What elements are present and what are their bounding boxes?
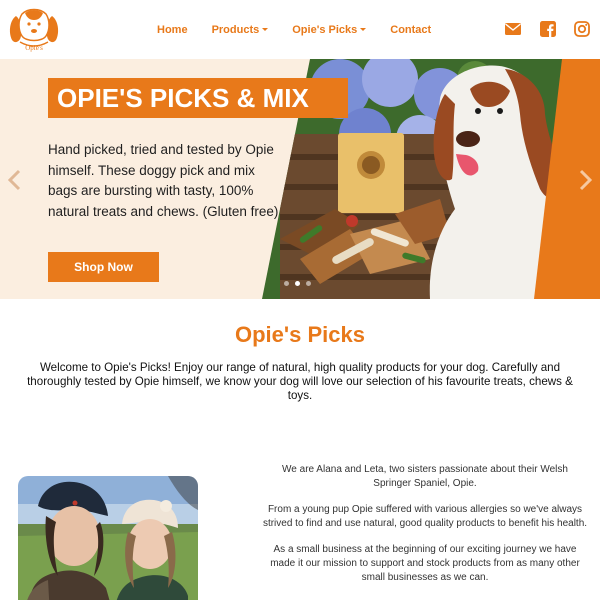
shop-now-button[interactable]: Shop Now bbox=[48, 252, 159, 282]
nav-home-label: Home bbox=[157, 23, 188, 36]
main-nav: Home Products Opie's Picks Contact bbox=[150, 0, 455, 59]
chevron-down-icon bbox=[360, 27, 367, 31]
chevron-down-icon bbox=[262, 27, 269, 31]
about-paragraph: We are Alana and Leta, two sisters passi… bbox=[282, 464, 568, 489]
nav-contact-label: Contact bbox=[390, 23, 432, 36]
navbar: Opie's Home Products Opie's Picks Contac… bbox=[0, 0, 600, 59]
carousel-dot[interactable] bbox=[284, 281, 289, 286]
sisters-photo bbox=[18, 476, 198, 600]
hero-title: OPIE'S PICKS & MIX bbox=[48, 78, 348, 118]
instagram-icon[interactable] bbox=[573, 20, 591, 38]
nav-opies-picks-label: Opie's Picks bbox=[292, 23, 358, 36]
carousel-next-icon[interactable] bbox=[577, 169, 593, 191]
about-paragraph: As a small business at the beginning of … bbox=[270, 544, 580, 583]
carousel-dot-active[interactable] bbox=[295, 281, 300, 286]
about-paragraph: From a young pup Opie suffered with vari… bbox=[262, 504, 588, 529]
nav-home[interactable]: Home bbox=[157, 24, 188, 36]
nav-contact[interactable]: Contact bbox=[390, 24, 431, 36]
section-title: Opie's Picks bbox=[235, 322, 365, 347]
carousel-prev-icon[interactable] bbox=[7, 169, 23, 191]
envelope-icon[interactable] bbox=[504, 20, 522, 38]
nav-opies-picks-dropdown[interactable]: Opie's Picks bbox=[292, 23, 367, 36]
about-text: We are Alana and Leta, two sisters passi… bbox=[262, 463, 588, 597]
hero-carousel: OPIE'S PICKS & MIX Hand picked, tried an… bbox=[0, 59, 600, 299]
nav-products-label: Products bbox=[211, 23, 260, 36]
carousel-indicators bbox=[284, 281, 317, 286]
logo[interactable]: Opie's bbox=[8, 6, 60, 52]
nav-products-dropdown[interactable]: Products bbox=[212, 24, 269, 36]
logo-text: Opie's bbox=[25, 44, 43, 52]
carousel-dot[interactable] bbox=[306, 281, 311, 286]
facebook-icon[interactable] bbox=[539, 20, 557, 38]
section-intro-text: Welcome to Opie's Picks! Enjoy our range… bbox=[27, 361, 573, 402]
hero-description: Hand picked, tried and tested by Opie hi… bbox=[48, 142, 279, 219]
